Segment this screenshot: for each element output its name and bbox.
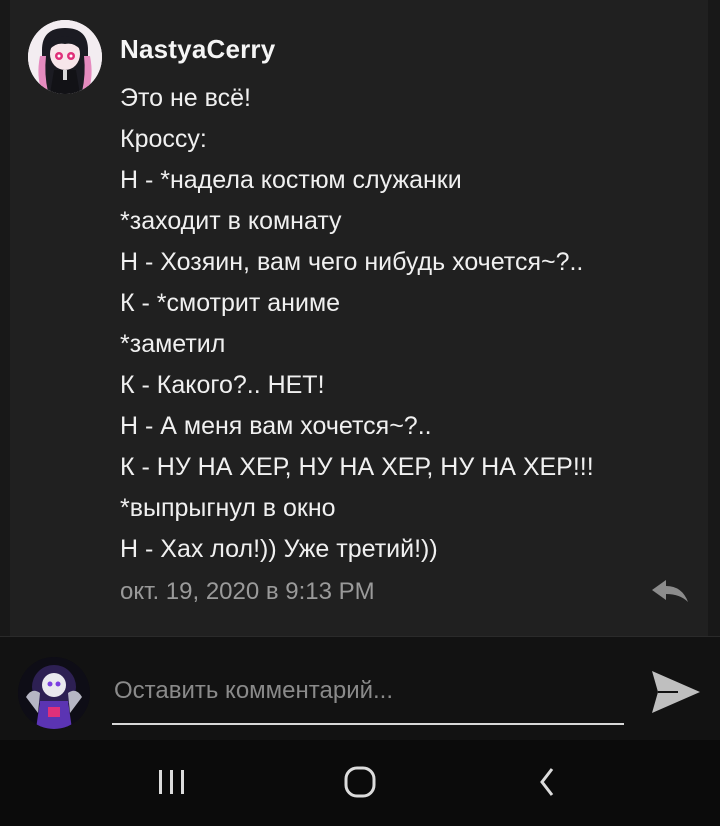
comment-line: К - *смотрит аниме: [120, 289, 341, 317]
card-edge-left: [0, 0, 10, 636]
back-button[interactable]: [518, 760, 578, 806]
home-button[interactable]: [330, 760, 390, 806]
comment-composer: [0, 636, 720, 740]
comment-line: К - НУ НА ХЕР, НУ НА ХЕР, НУ НА ХЕР!!!: [120, 453, 594, 481]
reply-icon: [652, 580, 688, 602]
home-icon: [344, 766, 376, 798]
author-avatar[interactable]: [28, 20, 102, 94]
back-icon: [540, 768, 554, 796]
recents-icon: [159, 770, 184, 794]
comment-line: Это не всё!: [120, 84, 251, 112]
comment-line: *выпрыгнул в окно: [120, 494, 336, 522]
user-avatar[interactable]: [18, 657, 90, 729]
card-edge-right: [708, 0, 720, 636]
comment-input[interactable]: [112, 667, 624, 725]
comment-line: Н - А меня вам хочется~?..: [120, 412, 432, 440]
comment-line: *заметил: [120, 330, 226, 358]
comment-card: NastyaCerry Это не всё! Кроссу: Н - *над…: [0, 0, 720, 636]
comment-line: *заходит в комнату: [120, 207, 342, 235]
send-button[interactable]: [648, 667, 702, 717]
comment-line: Н - Хозяин, вам чего нибудь хочется~?..: [120, 248, 584, 276]
comment-body: Это не всё! Кроссу: Н - *надела костюм с…: [120, 78, 700, 570]
comment-timestamp: окт. 19, 2020 в 9:13 PM: [120, 578, 375, 605]
recents-button[interactable]: [142, 760, 202, 806]
comment-line: Кроссу:: [120, 125, 207, 153]
comment-line: Н - Хах лол!)) Уже третий!)): [120, 535, 438, 563]
system-nav-bar: [0, 740, 720, 826]
comment-line: К - Какого?.. НЕТ!: [120, 371, 325, 399]
author-name[interactable]: NastyaCerry: [120, 34, 275, 65]
send-icon: [652, 671, 700, 713]
reply-button[interactable]: [648, 574, 692, 610]
comment-line: Н - *надела костюм служанки: [120, 166, 462, 194]
